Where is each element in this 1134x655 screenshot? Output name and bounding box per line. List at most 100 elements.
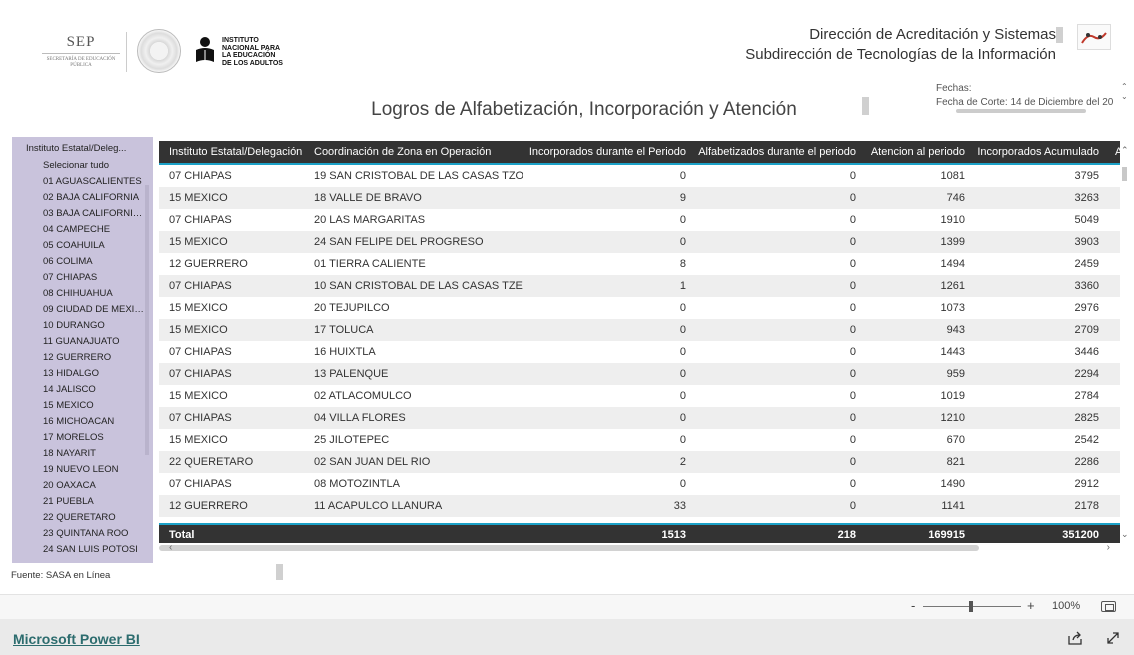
scroll-thumb[interactable] xyxy=(1122,167,1127,181)
slicer-item[interactable]: 24 SAN LUIS POTOSI xyxy=(43,542,147,558)
slicer-item[interactable]: 18 NAYARIT xyxy=(43,446,147,462)
slicer-item[interactable]: 19 NUEVO LEON xyxy=(43,462,147,478)
date-filter-value[interactable]: Fecha de Corte: 14 de Diciembre del 20 xyxy=(936,97,1122,107)
slicer-item[interactable]: 22 QUERETARO xyxy=(43,510,147,526)
date-filter-scrollbar[interactable]: ⌃ ⌄ xyxy=(1121,82,1129,106)
cell-institute: 15 MEXICO xyxy=(169,434,228,446)
total-incorporated-accum: 351200 xyxy=(971,523,1105,543)
slicer-item[interactable]: 09 CIUDAD DE MEXICO xyxy=(43,302,147,318)
slicer-item[interactable]: 15 MEXICO xyxy=(43,398,147,414)
cell-truncated xyxy=(1105,319,1120,341)
cell-incorporated: 0 xyxy=(679,170,686,182)
cell-incorporated: 0 xyxy=(679,302,686,314)
zoom-slider-knob[interactable] xyxy=(969,601,973,612)
slicer-item[interactable]: 16 MICHOACAN xyxy=(43,414,147,430)
table-row[interactable]: 07 CHIAPAS 04 VILLA FLORES 0 0 1210 2825 xyxy=(159,407,1120,429)
slicer-item[interactable]: 01 AGUASCALIENTES xyxy=(43,174,147,190)
powerbi-link[interactable]: Microsoft Power BI xyxy=(13,631,140,647)
cell-zone: 13 PALENQUE xyxy=(314,368,389,380)
zoom-in-button[interactable]: + xyxy=(1027,598,1035,613)
table-body-viewport: 07 CHIAPAS 19 SAN CRISTOBAL DE LAS CASAS … xyxy=(159,165,1120,523)
cell-attention: 821 xyxy=(946,456,965,468)
table-row[interactable]: 07 CHIAPAS 13 PALENQUE 0 0 959 2294 xyxy=(159,363,1120,385)
fit-to-page-icon[interactable] xyxy=(1101,601,1116,612)
table-row[interactable]: 15 MEXICO 24 SAN FELIPE DEL PROGRESO 0 0 139… xyxy=(159,231,1120,253)
cell-institute: 07 CHIAPAS xyxy=(169,478,232,490)
table-row[interactable]: 15 MEXICO 20 TEJUPILCO 0 0 1073 2976 xyxy=(159,297,1120,319)
column-header-literate[interactable]: Alfabetizados durante el periodo xyxy=(692,141,862,164)
table-row[interactable]: 15 MEXICO 18 VALLE DE BRAVO 9 0 746 3263 xyxy=(159,187,1120,209)
share-icon[interactable] xyxy=(1067,630,1083,646)
cell-truncated xyxy=(1105,473,1120,495)
table-row[interactable]: 07 CHIAPAS 19 SAN CRISTOBAL DE LAS CASAS … xyxy=(159,165,1120,187)
cell-zone: 24 SAN FELIPE DEL PROGRESO xyxy=(314,236,484,248)
scroll-down-icon[interactable]: ⌄ xyxy=(1121,92,1129,102)
table-row[interactable]: 15 MEXICO 25 JILOTEPEC 0 0 670 2542 xyxy=(159,429,1120,451)
table-row[interactable]: 15 MEXICO 17 TOLUCA 0 0 943 2709 xyxy=(159,319,1120,341)
table-row[interactable]: 15 MEXICO 02 ATLACOMULCO 0 0 1019 2784 xyxy=(159,385,1120,407)
slicer-item[interactable]: 08 CHIHUAHUA xyxy=(43,286,147,302)
slicer-item[interactable]: 21 PUEBLA xyxy=(43,494,147,510)
slicer-item[interactable]: 17 MORELOS xyxy=(43,430,147,446)
slicer-item[interactable]: 14 JALISCO xyxy=(43,382,147,398)
powerbi-footer xyxy=(0,619,1134,655)
cell-truncated xyxy=(1105,187,1120,209)
scroll-down-icon[interactable]: ⌄ xyxy=(1121,529,1129,540)
inea-line: DE LOS ADULTOS xyxy=(222,59,283,67)
scroll-thumb[interactable] xyxy=(956,109,1086,113)
cell-truncated xyxy=(1105,165,1120,187)
cell-institute: 15 MEXICO xyxy=(169,192,228,204)
date-filter-h-scrollbar[interactable] xyxy=(936,107,1126,115)
column-header-truncated[interactable]: A xyxy=(1105,141,1120,164)
column-header-incorporated-accum[interactable]: Incorporados Acumulado xyxy=(971,141,1105,164)
table-row[interactable]: 07 CHIAPAS 16 HUIXTLA 0 0 1443 3446 xyxy=(159,341,1120,363)
slicer-item[interactable]: 11 GUANAJUATO xyxy=(43,334,147,350)
column-header-incorporated[interactable]: Incorporados durante el Periodo xyxy=(523,141,692,164)
scroll-thumb[interactable] xyxy=(159,545,979,551)
scroll-up-icon[interactable]: ⌃ xyxy=(1121,145,1129,156)
slicer-scrollbar[interactable] xyxy=(145,185,149,455)
scroll-right-icon[interactable]: › xyxy=(1107,542,1110,553)
table-row[interactable]: 07 CHIAPAS 08 MOTOZINTLA 0 0 1490 2912 xyxy=(159,473,1120,495)
cell-incorporated-accum: 3795 xyxy=(1074,170,1099,182)
scroll-left-icon[interactable]: ‹ xyxy=(169,542,172,553)
table-horizontal-scrollbar[interactable]: ‹ › xyxy=(159,542,1120,556)
table-row[interactable]: 22 QUERETARO 02 SAN JUAN DEL RIO 2 0 821 2286 xyxy=(159,451,1120,473)
state-slicer: Instituto Estatal/Deleg... Selecionar tu… xyxy=(12,137,153,563)
slicer-item[interactable]: 12 GUERRERO xyxy=(43,350,147,366)
cell-truncated xyxy=(1105,275,1120,297)
table-vertical-scrollbar[interactable]: ⌃ ⌄ xyxy=(1120,145,1130,540)
slicer-item[interactable]: 02 BAJA CALIFORNIA xyxy=(43,190,147,206)
scroll-up-icon[interactable]: ⌃ xyxy=(1121,82,1129,92)
table-row[interactable]: 12 GUERRERO 01 TIERRA CALIENTE 8 0 1494 2459 xyxy=(159,253,1120,275)
column-header-zone[interactable]: Coordinación de Zona en Operación xyxy=(304,141,523,164)
cell-truncated xyxy=(1105,231,1120,253)
column-header-attention[interactable]: Atencion al periodo xyxy=(862,141,971,164)
table-row[interactable]: 12 GUERRERO 11 ACAPULCO LLANURA 33 0 1141 217… xyxy=(159,495,1120,517)
table-body: 07 CHIAPAS 19 SAN CRISTOBAL DE LAS CASAS … xyxy=(159,165,1120,517)
slicer-item[interactable]: 20 OAXACA xyxy=(43,478,147,494)
total-incorporated: 1513 xyxy=(523,523,692,543)
slicer-item[interactable]: 03 BAJA CALIFORNIA S... xyxy=(43,206,147,222)
cell-literate: 0 xyxy=(849,346,856,358)
cell-truncated xyxy=(1105,495,1120,517)
cell-zone: 17 TOLUCA xyxy=(314,324,374,336)
cell-truncated xyxy=(1105,385,1120,407)
table-row[interactable]: 07 CHIAPAS 10 SAN CRISTOBAL DE LAS CASAS … xyxy=(159,275,1120,297)
zoom-out-button[interactable]: - xyxy=(911,598,915,613)
slicer-item[interactable]: 10 DURANGO xyxy=(43,318,147,334)
cell-incorporated: 0 xyxy=(679,346,686,358)
slicer-item[interactable]: 23 QUINTANA ROO xyxy=(43,526,147,542)
slicer-item[interactable]: 04 CAMPECHE xyxy=(43,222,147,238)
cell-attention: 1019 xyxy=(940,390,965,402)
slicer-item[interactable]: 06 COLIMA xyxy=(43,254,147,270)
expand-icon[interactable] xyxy=(1105,630,1121,646)
column-header-institute[interactable]: Instituto Estatal/Delegación xyxy=(159,141,304,164)
slicer-item[interactable]: 07 CHIAPAS xyxy=(43,270,147,286)
slicer-item[interactable]: 05 COAHUILA xyxy=(43,238,147,254)
cell-literate: 0 xyxy=(849,434,856,446)
table-row[interactable]: 07 CHIAPAS 20 LAS MARGARITAS 0 0 1910 5049 xyxy=(159,209,1120,231)
slicer-select-all[interactable]: Selecionar tudo xyxy=(43,158,147,174)
cell-incorporated: 9 xyxy=(679,192,686,204)
slicer-item[interactable]: 13 HIDALGO xyxy=(43,366,147,382)
